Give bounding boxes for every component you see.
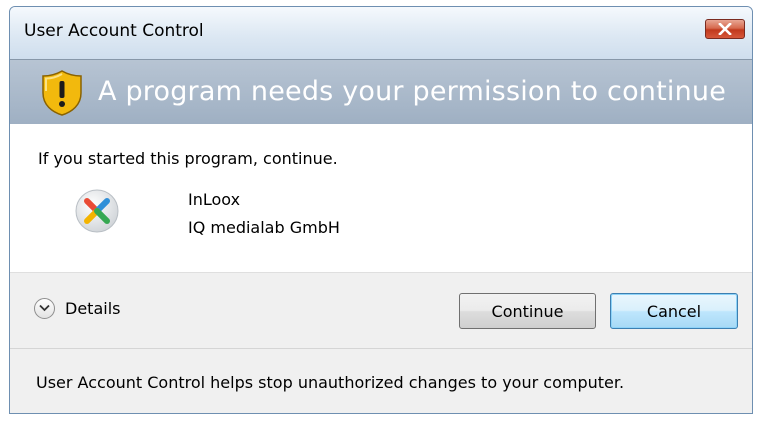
inloox-logo-icon (74, 188, 120, 234)
header-band: A program needs your permission to conti… (10, 59, 752, 125)
header-text: A program needs your permission to conti… (98, 76, 727, 107)
window-title: User Account Control (24, 21, 204, 41)
details-toggle[interactable]: Details (34, 296, 120, 320)
intro-text: If you started this program, continue. (38, 149, 338, 168)
chevron-down-icon (34, 297, 55, 319)
continue-button[interactable]: Continue (459, 293, 596, 329)
close-icon (718, 20, 732, 39)
footer: User Account Control helps stop unauthor… (10, 348, 752, 413)
uac-dialog: User Account Control A program needs you… (9, 6, 753, 414)
title-bar: User Account Control (10, 7, 752, 59)
cancel-button[interactable]: Cancel (610, 293, 738, 329)
program-name: InLoox (188, 190, 241, 209)
close-button[interactable] (705, 19, 745, 39)
program-publisher: IQ medialab GmbH (188, 218, 340, 237)
details-label: Details (65, 298, 121, 318)
uac-shield-icon (40, 69, 84, 117)
footer-text: User Account Control helps stop unauthor… (36, 373, 625, 392)
button-area: Details Continue Cancel (10, 272, 752, 349)
content-area: If you started this program, continue. I… (10, 124, 752, 272)
